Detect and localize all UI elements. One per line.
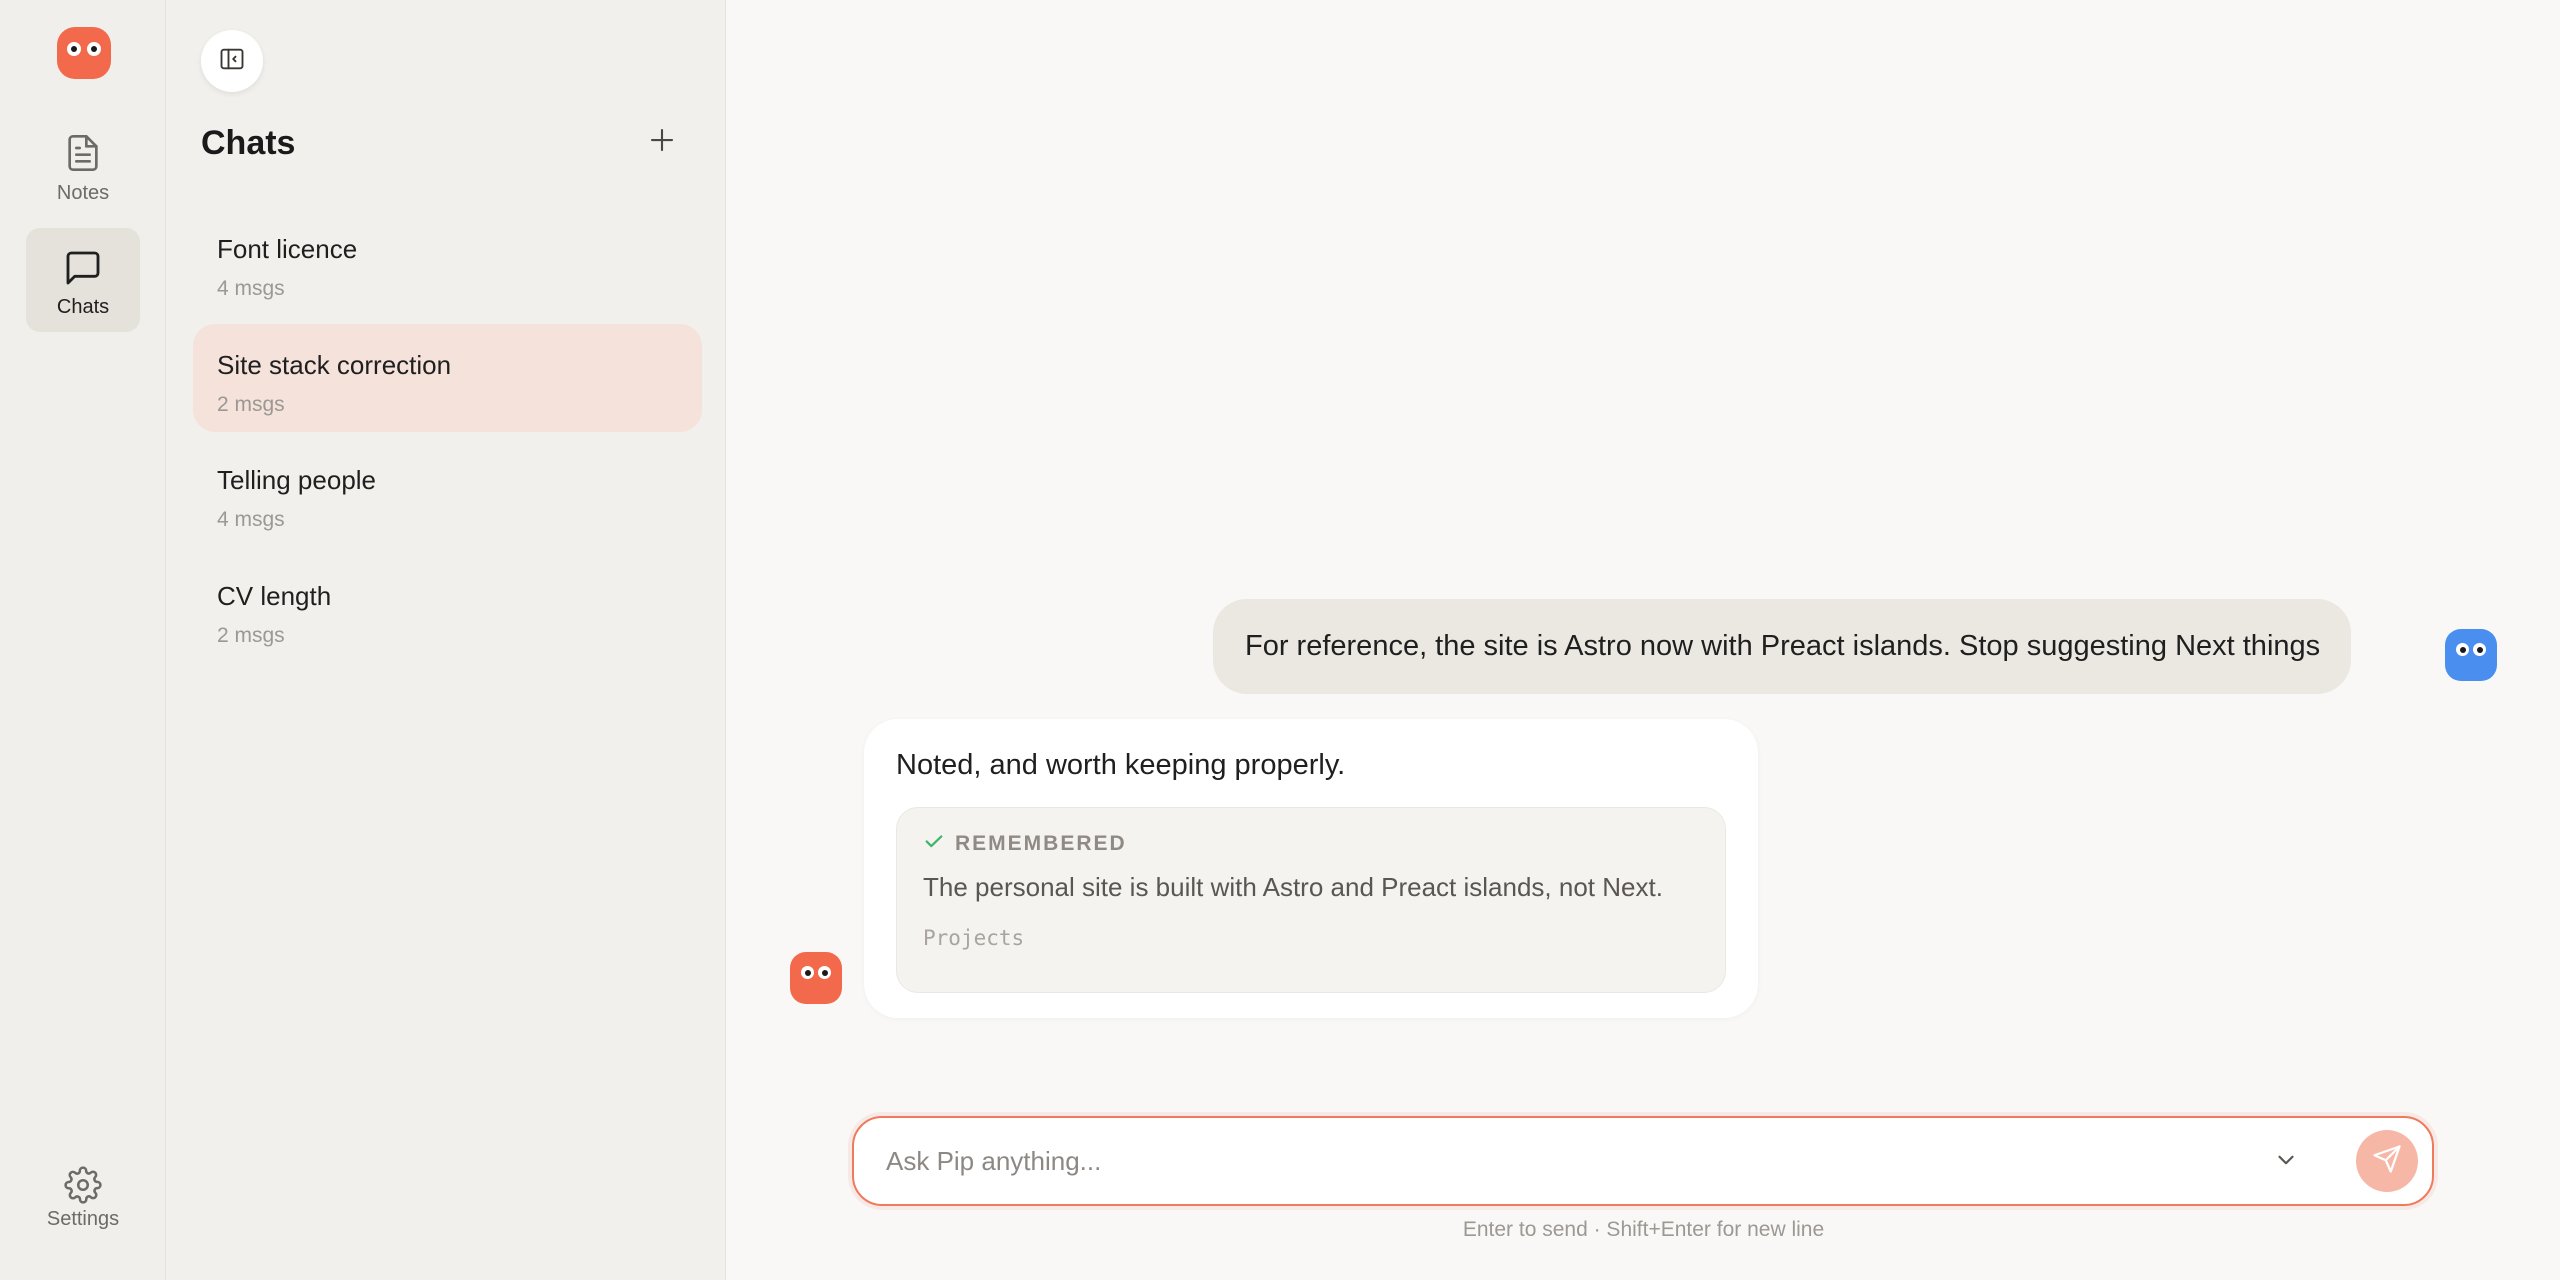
rail-item-chats[interactable]: Chats <box>26 228 140 332</box>
remembered-memory-card: REMEMBERED The personal site is built wi… <box>896 807 1726 993</box>
chat-message-count: 4 msgs <box>217 508 285 531</box>
avatar-eye <box>2456 643 2469 656</box>
logo-eye-left <box>67 42 81 56</box>
check-icon <box>923 830 945 857</box>
rail-item-settings[interactable]: Settings <box>26 1166 140 1248</box>
assistant-message-text: Noted, and worth keeping properly. <box>896 749 1346 781</box>
message-input[interactable] <box>886 1118 2186 1204</box>
rail-item-notes-label: Notes <box>56 182 110 204</box>
composer-options-toggle[interactable] <box>2268 1144 2304 1180</box>
conversation-area: For reference, the site is Astro now wit… <box>727 0 2560 1280</box>
collapse-sidebar-button[interactable] <box>201 30 263 92</box>
chats-panel-title: Chats <box>201 124 296 162</box>
user-avatar <box>2445 629 2497 681</box>
sidebar-collapse-icon <box>218 45 246 78</box>
logo-eye-right <box>87 42 101 56</box>
send-icon <box>2372 1144 2402 1179</box>
gear-icon <box>26 1166 140 1204</box>
avatar-eye <box>2473 643 2486 656</box>
chevron-down-icon <box>2273 1147 2299 1178</box>
message-composer <box>852 1116 2434 1206</box>
chat-message-count: 4 msgs <box>217 277 285 300</box>
chat-list-item[interactable]: Telling people 4 msgs <box>193 439 702 547</box>
assistant-avatar <box>790 952 842 1004</box>
rail-item-notes[interactable]: Notes <box>26 128 140 232</box>
chat-bubble-icon <box>26 248 140 288</box>
assistant-message-bubble: Noted, and worth keeping properly. REMEM… <box>864 719 1758 1018</box>
chat-title: Font licence <box>217 234 358 264</box>
app-rail: Notes Chats Settings <box>0 0 166 1280</box>
chat-message-count: 2 msgs <box>217 624 285 647</box>
composer-hint: Enter to send · Shift+Enter for new line <box>1462 1218 1825 1241</box>
document-icon <box>26 132 140 174</box>
memory-card-header: REMEMBERED <box>923 830 1127 857</box>
plus-icon <box>647 125 677 160</box>
memory-category: Projects <box>923 926 1025 950</box>
chat-list-item[interactable]: Font licence 4 msgs <box>193 208 702 316</box>
memory-status-label: REMEMBERED <box>955 831 1127 855</box>
chat-title: CV length <box>217 581 332 611</box>
user-message-bubble: For reference, the site is Astro now wit… <box>1213 599 2351 694</box>
avatar-eye <box>801 966 814 979</box>
new-chat-button[interactable] <box>644 124 680 160</box>
pip-owl-logo <box>57 27 111 79</box>
rail-item-settings-label: Settings <box>46 1208 120 1230</box>
chats-panel: Chats Font licence 4 msgs Site stack cor… <box>166 0 726 1280</box>
rail-item-chats-label: Chats <box>56 296 110 318</box>
send-button[interactable] <box>2356 1130 2418 1192</box>
chat-message-count: 2 msgs <box>217 393 285 416</box>
avatar-eye <box>818 966 831 979</box>
memory-text: The personal site is built with Astro an… <box>923 872 1663 902</box>
chat-list-item[interactable]: CV length 2 msgs <box>193 555 702 663</box>
chat-title: Telling people <box>217 465 377 495</box>
chat-list-item-active[interactable]: Site stack correction 2 msgs <box>193 324 702 432</box>
chat-title: Site stack correction <box>217 350 452 380</box>
